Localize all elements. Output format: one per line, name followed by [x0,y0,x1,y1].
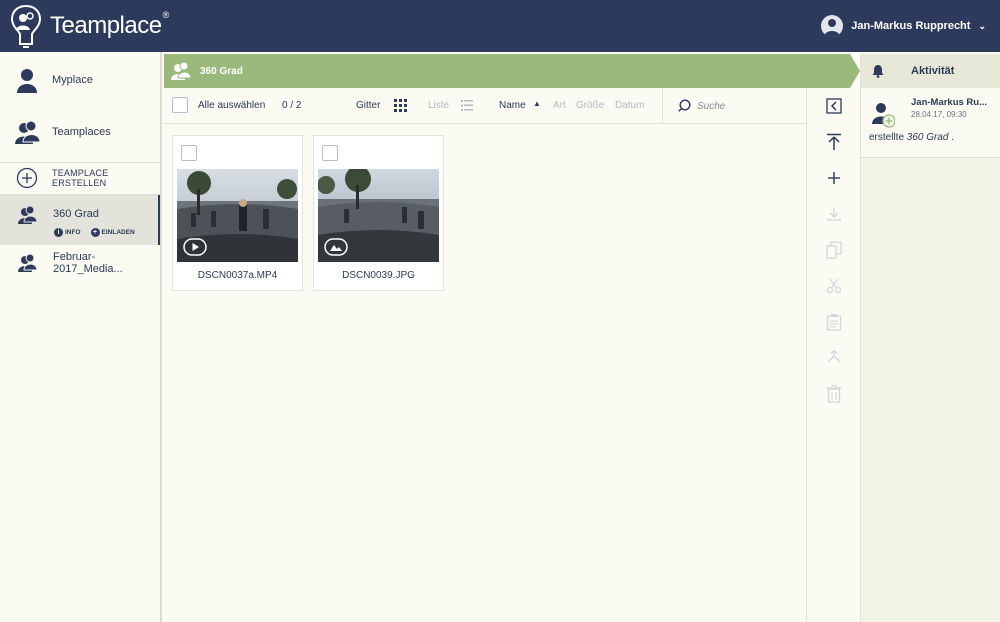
sort-arrow-icon[interactable]: ▲ [533,99,541,108]
sort-name-button[interactable]: Name [499,100,526,111]
teamplace-logo-icon[interactable] [10,4,42,50]
user-name: Jan-Markus Rupprecht [851,20,971,32]
sidebar-item-360-grad[interactable]: 360 Grad [0,195,160,245]
download-icon [827,208,841,221]
upload-button[interactable] [824,132,844,152]
copy-button[interactable] [824,240,844,260]
search-input[interactable] [697,98,797,114]
sidebar-item-teamplaces[interactable]: Teamplaces [0,116,160,148]
brand-name[interactable]: Teamplace® [50,10,169,40]
search-icon[interactable] [678,99,691,112]
file-card[interactable]: DSCN0039.JPG [313,135,444,291]
activity-title: Aktivität [911,65,955,77]
file-checkbox[interactable] [322,145,338,161]
sidebar-item-februar-2017[interactable]: Februar-2017_Media... [0,251,160,275]
toolbar-divider [662,88,663,124]
clipboard-icon [826,314,842,331]
add-button[interactable] [824,168,844,188]
scissors-icon [826,278,842,294]
selection-count: 0 / 2 [282,100,302,111]
sidebar-item-myplace[interactable]: Myplace [0,64,160,96]
sidebar-divider [0,162,160,163]
file-thumbnail[interactable] [318,169,439,262]
action-bar [806,88,860,622]
person-icon [17,69,37,93]
list-view-icon[interactable] [461,100,473,111]
team-icon [171,61,192,80]
activity-text: erstellte 360 Grad . [869,132,955,143]
teamplace-sub-actions: i INFO + EINLADEN [54,228,135,237]
plus-icon: + [90,228,100,237]
page-title: 360 Grad [200,65,243,77]
info-icon: i [54,228,63,237]
top-header: Teamplace® Jan-Markus Rupprecht ⌄ [0,0,1000,52]
image-icon [324,238,348,256]
copy-icon [826,241,842,259]
team-icon [18,253,37,272]
delete-button[interactable] [824,384,844,404]
activity-panel: Aktivität Jan-Markus Ru... 28.04.17, 09:… [860,54,1000,622]
file-name[interactable]: DSCN0039.JPG [314,270,443,281]
file-toolbar: Alle auswählen 0 / 2 Gitter Liste Name ▲… [164,88,805,124]
paste-button[interactable] [824,312,844,332]
sort-size-button[interactable]: Größe [576,100,604,111]
team-icon [18,205,37,224]
collapse-panel-button[interactable] [824,96,844,116]
breadcrumb: 360 Grad [164,54,850,88]
activity-time: 28.04.17, 09:30 [911,110,967,119]
info-button[interactable]: i INFO [54,228,81,237]
bell-icon[interactable] [871,64,885,78]
file-card[interactable]: DSCN0037a.MP4 [172,135,303,291]
file-grid: DSCN0037a.MP4 DSCN0039.JPG [164,125,805,622]
invite-button[interactable]: + EINLADEN [90,228,135,237]
view-list-button[interactable]: Liste [428,100,449,111]
sort-type-button[interactable]: Art [553,100,566,111]
chevron-left-icon [826,98,842,114]
move-icon [827,350,841,363]
select-all-checkbox[interactable] [172,97,188,113]
sort-date-button[interactable]: Datum [615,100,644,111]
file-name[interactable]: DSCN0037a.MP4 [173,270,302,281]
activity-user[interactable]: Jan-Markus Ru... [911,97,987,108]
activity-entry[interactable]: Jan-Markus Ru... 28.04.17, 09:30 erstell… [861,88,1000,158]
video-icon [183,238,207,256]
activity-target[interactable]: 360 Grad [907,132,949,143]
avatar [821,15,844,37]
download-button[interactable] [824,204,844,224]
file-thumbnail[interactable] [177,169,298,262]
move-button[interactable] [824,348,844,368]
grid-view-icon[interactable] [394,99,407,112]
select-all-label[interactable]: Alle auswählen [198,100,265,111]
cut-button[interactable] [824,276,844,296]
upload-icon [827,133,841,150]
sidebar: Myplace Teamplaces TEAMPLACE ERSTELLEN 3… [0,52,162,622]
user-menu[interactable]: Jan-Markus Rupprecht ⌄ [821,14,986,38]
view-grid-button[interactable]: Gitter [356,100,380,111]
user-add-icon [872,103,895,128]
people-icon [15,120,40,144]
create-teamplace-button[interactable]: TEAMPLACE ERSTELLEN [0,166,160,190]
breadcrumb-arrow [850,54,860,88]
trash-icon [826,385,842,403]
activity-header: Aktivität [861,54,1000,88]
file-checkbox[interactable] [181,145,197,161]
plus-circle-icon [16,167,38,189]
chevron-down-icon[interactable]: ⌄ [978,21,986,32]
plus-icon [828,172,840,184]
